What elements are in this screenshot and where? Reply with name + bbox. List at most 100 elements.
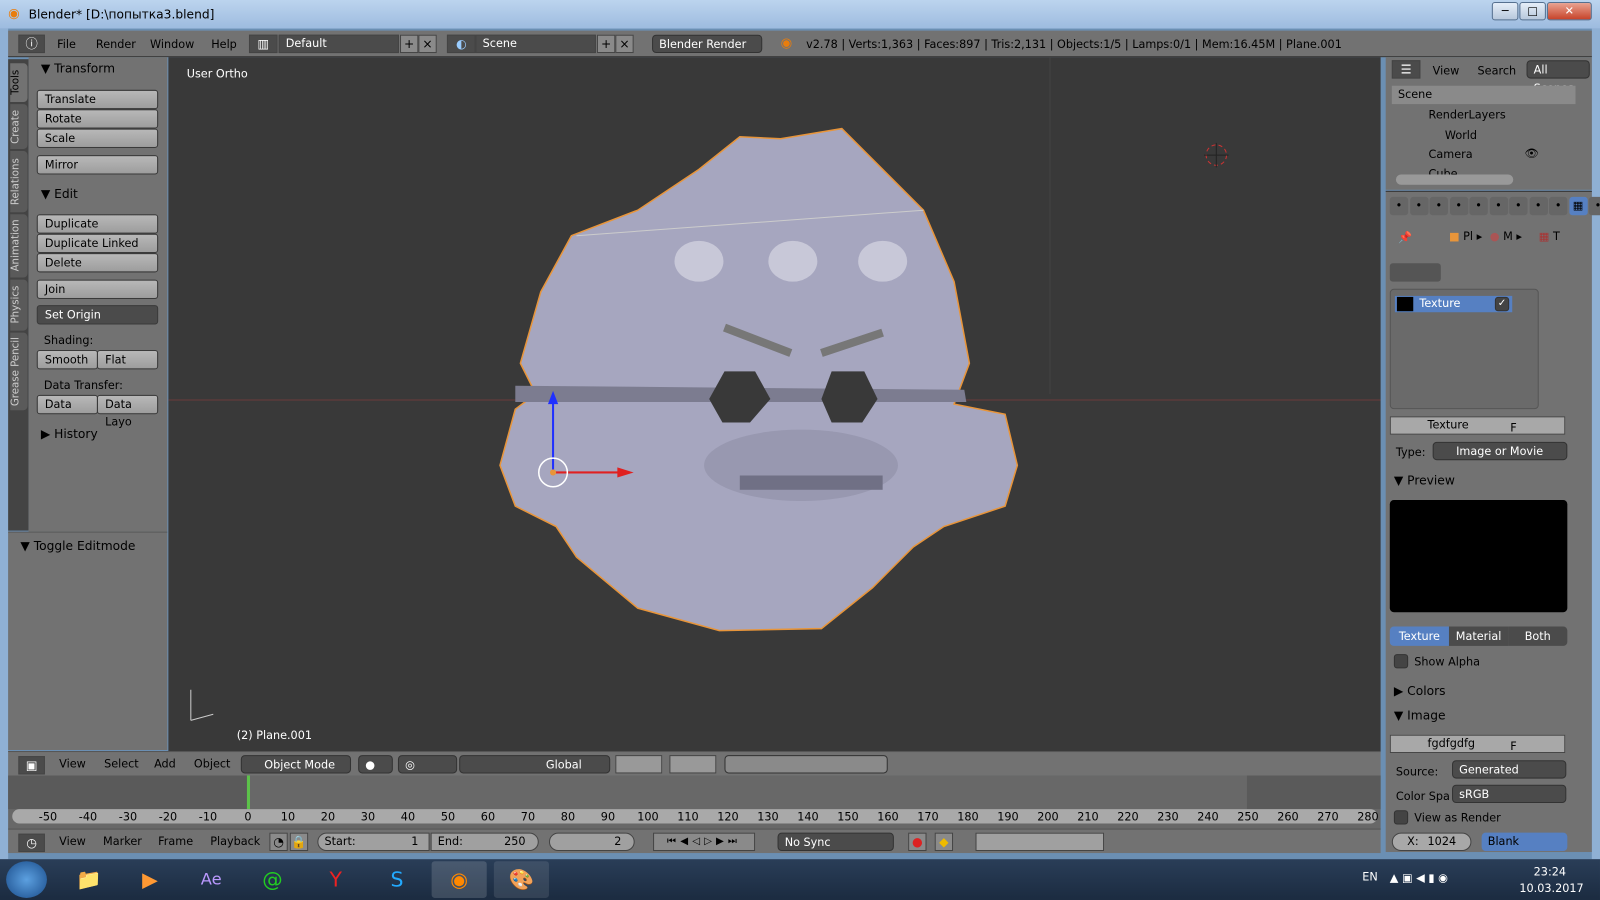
layout-icon[interactable]: ▥ [248, 34, 278, 54]
show-alpha-checkbox[interactable] [1393, 654, 1409, 669]
lock-icon[interactable]: 🔒 [289, 832, 309, 852]
properties-tab-render-layers-icon[interactable]: • [1409, 196, 1429, 216]
tab-grease-pencil[interactable]: Grease Pencil [10, 332, 28, 411]
language-indicator[interactable]: EN [1362, 870, 1377, 883]
properties-tab-scene-icon[interactable]: • [1429, 196, 1448, 216]
render-engine-dropdown[interactable]: Blender Render [652, 34, 763, 54]
3d-viewport[interactable]: User Ortho (2) Plane.001 [168, 57, 1381, 752]
layers-grid-2[interactable] [669, 755, 717, 774]
start-frame-field[interactable]: Start: 1 [317, 832, 430, 852]
menu-render[interactable]: Render [96, 38, 136, 51]
menu-playback[interactable]: Playback [210, 835, 260, 848]
tab-tools[interactable]: Tools [10, 63, 28, 103]
shading-mode-dropdown[interactable]: ● [358, 755, 393, 774]
source-dropdown[interactable]: Generated [1452, 760, 1567, 779]
generated-type-blank[interactable]: Blank [1481, 832, 1568, 852]
menu-frame[interactable]: Frame [158, 835, 193, 848]
flat-button[interactable]: Flat [96, 349, 159, 370]
remove-layout-icon[interactable]: × [418, 34, 437, 54]
fake-user-button[interactable]: F [1510, 421, 1516, 434]
clock-time[interactable]: 23:24 [1534, 865, 1566, 878]
sync-dropdown[interactable]: No Sync [777, 832, 894, 852]
properties-tab-world-icon[interactable]: • [1449, 196, 1468, 216]
image-name-field[interactable]: fgdfgdfg [1389, 734, 1566, 754]
close-button[interactable]: ✕ [1546, 2, 1592, 21]
set-origin-dropdown[interactable]: Set Origin [36, 305, 159, 325]
media-player-taskbar-icon[interactable]: ▶ [122, 861, 177, 898]
add-scene-icon[interactable]: + [596, 34, 616, 54]
editor-type-timeline-icon[interactable]: ◷ [18, 833, 45, 853]
duplicate-button[interactable]: Duplicate [36, 214, 159, 234]
skype-taskbar-icon[interactable]: S [369, 861, 424, 898]
keyframe-icon[interactable]: ◆ [934, 832, 954, 852]
properties-tab-object-icon[interactable]: • [1469, 196, 1488, 216]
preview-panel-header[interactable]: ▼ Preview [1394, 473, 1455, 487]
properties-tab-particles-icon[interactable]: • [1588, 196, 1600, 216]
image-panel-header[interactable]: ▼ Image [1394, 708, 1446, 722]
menu-file[interactable]: File [57, 38, 76, 51]
maximize-button[interactable]: □ [1519, 2, 1546, 21]
menu-add[interactable]: Add [154, 757, 176, 770]
preview-tab-material[interactable]: Material [1448, 626, 1509, 646]
add-layout-icon[interactable]: + [399, 34, 419, 54]
tab-physics[interactable]: Physics [10, 279, 28, 331]
outliner-item-world[interactable]: World [1445, 129, 1477, 142]
texture-slots-list[interactable]: Texture ✓ [1389, 288, 1539, 410]
end-frame-field[interactable]: End: 250 [430, 832, 539, 852]
editor-type-info-icon[interactable]: ⓘ [18, 34, 45, 54]
layers-grid-1[interactable] [615, 755, 663, 774]
yandex-browser-taskbar-icon[interactable]: Y [308, 861, 363, 898]
blender-taskbar-icon[interactable]: ◉ [431, 861, 487, 898]
tab-animation[interactable]: Animation [10, 214, 28, 278]
keying-set-field[interactable] [975, 832, 1105, 852]
explorer-taskbar-icon[interactable]: 📁 [61, 861, 116, 898]
minimize-button[interactable]: ─ [1491, 2, 1519, 21]
preview-tab-both[interactable]: Both [1508, 626, 1568, 646]
rotate-button[interactable]: Rotate [36, 109, 159, 129]
after-effects-taskbar-icon[interactable]: Ae [184, 861, 239, 898]
menu-view[interactable]: View [59, 757, 86, 770]
tab-relations[interactable]: Relations [10, 151, 28, 213]
texture-name-field[interactable]: Texture [1389, 416, 1566, 435]
frame-ruler[interactable]: -50 -40 -30 -20 -10 0 10 20 30 40 50 60 70 80 90 100 110… [12, 809, 1379, 824]
clock-date[interactable]: 10.03.2017 [1519, 882, 1583, 895]
mode-dropdown[interactable]: Object Mode [240, 755, 352, 774]
menu-object[interactable]: Object [194, 757, 231, 770]
editor-type-outliner-icon[interactable]: ☰ [1391, 60, 1421, 79]
toggle-editmode-header[interactable]: ▼ Toggle Editmode [20, 539, 135, 553]
properties-tab-constraints-icon[interactable]: • [1489, 196, 1508, 216]
colorspace-dropdown[interactable]: sRGB [1452, 784, 1567, 804]
preview-tab-texture[interactable]: Texture [1389, 626, 1449, 646]
outliner-scrollbar[interactable] [1395, 174, 1514, 185]
history-panel-header[interactable]: ▶ History [41, 427, 98, 441]
delete-button[interactable]: Delete [36, 253, 159, 273]
breadcrumb-texture[interactable]: ▦ T [1539, 230, 1560, 243]
menu-window[interactable]: Window [150, 38, 194, 51]
keying-icon[interactable]: ◔ [269, 832, 288, 852]
menu-view[interactable]: View [59, 835, 86, 848]
record-icon[interactable]: ● [908, 832, 927, 852]
tray-icons[interactable]: ▲ ▣ ◀ ▮ ◉ [1390, 871, 1448, 884]
edit-panel-header[interactable]: ▼ Edit [41, 187, 78, 201]
current-frame-marker[interactable] [246, 775, 250, 810]
outliner-item-scene[interactable]: Scene [1398, 88, 1432, 101]
paint-taskbar-icon[interactable]: 🎨 [493, 861, 549, 898]
smooth-button[interactable]: Smooth [36, 349, 98, 370]
mail-taskbar-icon[interactable]: @ [245, 861, 300, 898]
colors-panel-header[interactable]: ▶ Colors [1394, 684, 1446, 698]
scene-field[interactable]: Scene [475, 34, 596, 54]
tab-create[interactable]: Create [10, 104, 28, 149]
snap-tools[interactable] [724, 755, 888, 774]
menu-help[interactable]: Help [211, 38, 237, 51]
outliner-item-camera[interactable]: Camera [1429, 148, 1473, 161]
breadcrumb-material[interactable]: ● M ▸ [1490, 230, 1522, 243]
timeline[interactable]: -50 -40 -30 -20 -10 0 10 20 30 40 50 60 70 80 90 100 110… [8, 775, 1381, 829]
menu-select[interactable]: Select [104, 757, 139, 770]
translate-button[interactable]: Translate [36, 89, 159, 110]
properties-tab-render-icon[interactable]: • [1389, 196, 1409, 216]
transform-panel-header[interactable]: ▼ Transform [41, 61, 115, 75]
outliner-view-menu[interactable]: View [1433, 64, 1460, 77]
outliner-search-menu[interactable]: Search [1478, 64, 1517, 77]
start-button[interactable] [6, 861, 47, 898]
data-layout-button[interactable]: Data Layo [96, 394, 159, 429]
